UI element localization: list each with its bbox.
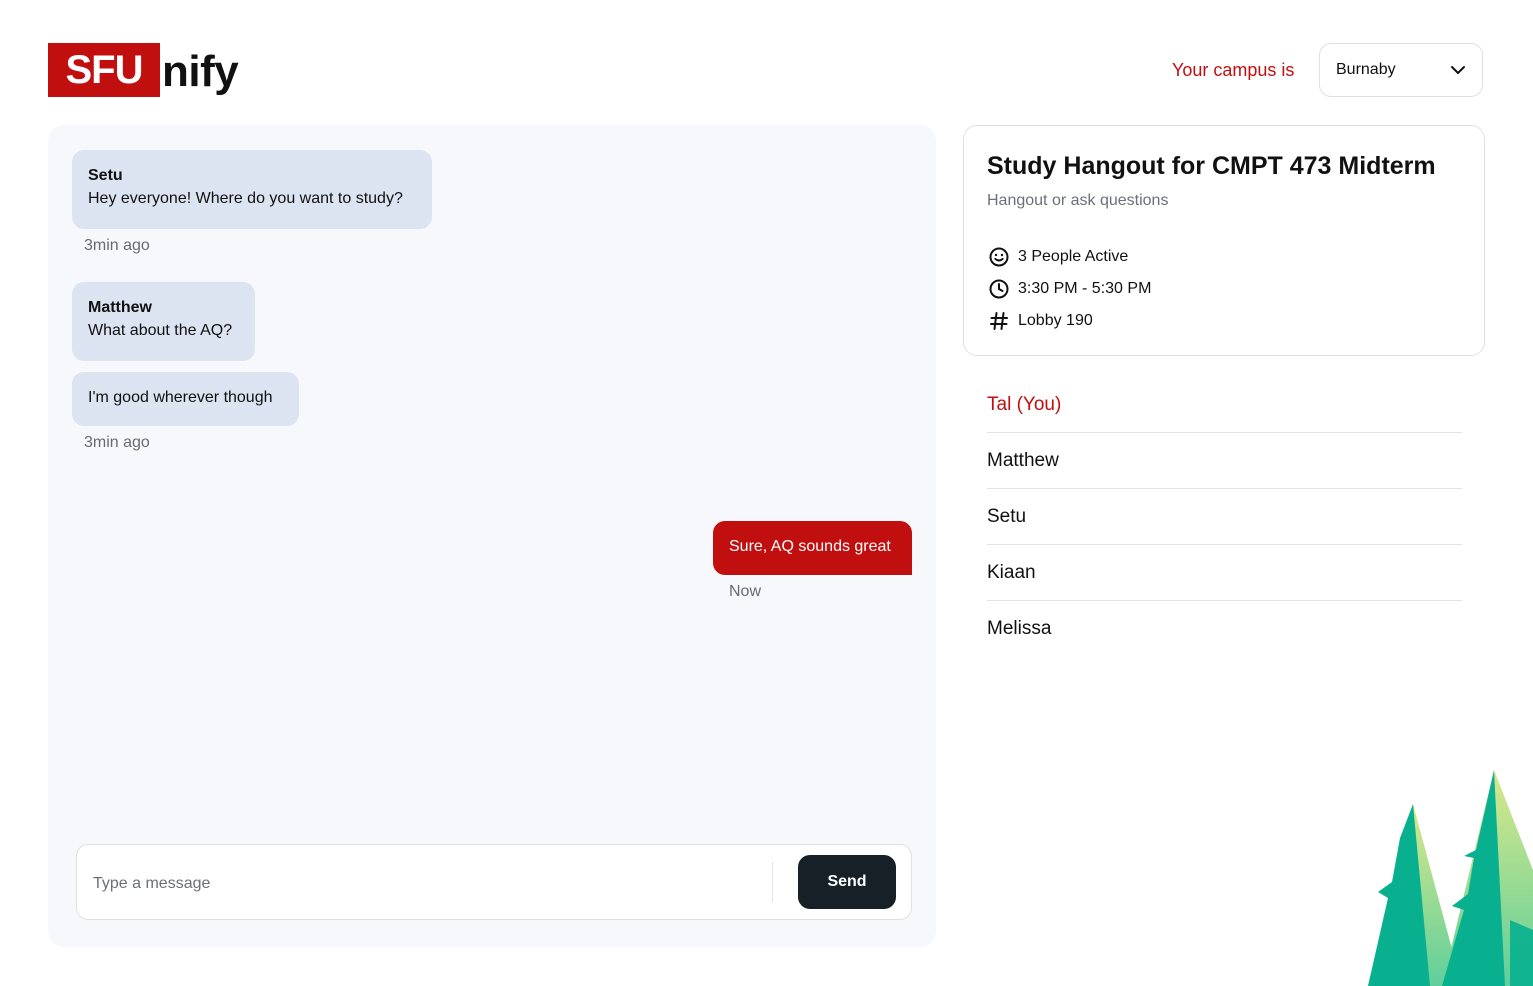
message-timestamp: 3min ago: [84, 237, 150, 254]
app-logo[interactable]: SFU nify: [48, 42, 239, 98]
member-item[interactable]: Matthew: [987, 433, 1462, 489]
event-subtitle: Hangout or ask questions: [987, 192, 1169, 209]
member-item[interactable]: Melissa: [987, 601, 1462, 657]
logo-box-text: SFU: [65, 47, 144, 92]
logo-box: SFU: [48, 43, 160, 97]
members-list: Tal (You) Matthew Setu Kiaan Melissa: [987, 377, 1462, 657]
chat-message: I'm good wherever though: [72, 372, 299, 426]
smiley-icon: [989, 247, 1009, 267]
event-info-card: Study Hangout for CMPT 473 Midterm Hango…: [963, 125, 1485, 356]
message-composer: Send: [76, 844, 912, 920]
member-item[interactable]: Kiaan: [987, 545, 1462, 601]
people-active-text: 3 People Active: [1018, 248, 1129, 265]
message-text: Hey everyone! Where do you want to study…: [88, 190, 403, 207]
member-item[interactable]: Setu: [987, 489, 1462, 545]
campus-selected-value: Burnaby: [1336, 61, 1396, 78]
message-timestamp: Now: [729, 583, 762, 600]
campus-label: Your campus is: [1172, 60, 1295, 80]
message-timestamp: 3min ago: [84, 434, 150, 451]
event-location-row: Lobby 190: [988, 310, 1093, 332]
message-sender: Matthew: [88, 299, 152, 316]
campus-dropdown[interactable]: Burnaby: [1319, 43, 1483, 97]
clock-icon: [989, 279, 1009, 299]
message-input[interactable]: [91, 869, 755, 899]
chat-message: Matthew What about the AQ?: [72, 282, 255, 361]
chat-message-own: Sure, AQ sounds great: [713, 521, 912, 575]
chat-panel: Setu Hey everyone! Where do you want to …: [48, 125, 936, 947]
member-item-you[interactable]: Tal (You): [987, 377, 1462, 433]
event-location-text: Lobby 190: [1018, 312, 1093, 329]
hash-icon: [990, 312, 1008, 330]
message-text: What about the AQ?: [88, 322, 233, 339]
send-button[interactable]: Send: [798, 855, 896, 909]
decorative-trees-illustration: [1368, 770, 1533, 986]
composer-divider: [772, 862, 773, 902]
event-people-row: 3 People Active: [988, 246, 1128, 268]
event-time-row: 3:30 PM - 5:30 PM: [988, 278, 1151, 300]
logo-rest-text: nify: [162, 47, 239, 96]
message-text: Sure, AQ sounds great: [729, 538, 891, 555]
event-title: Study Hangout for CMPT 473 Midterm: [987, 152, 1436, 180]
message-text: I'm good wherever though: [88, 389, 273, 406]
chevron-down-icon: [1451, 66, 1465, 74]
event-time-text: 3:30 PM - 5:30 PM: [1018, 280, 1152, 297]
chat-message: Setu Hey everyone! Where do you want to …: [72, 150, 432, 229]
message-sender: Setu: [88, 167, 123, 184]
